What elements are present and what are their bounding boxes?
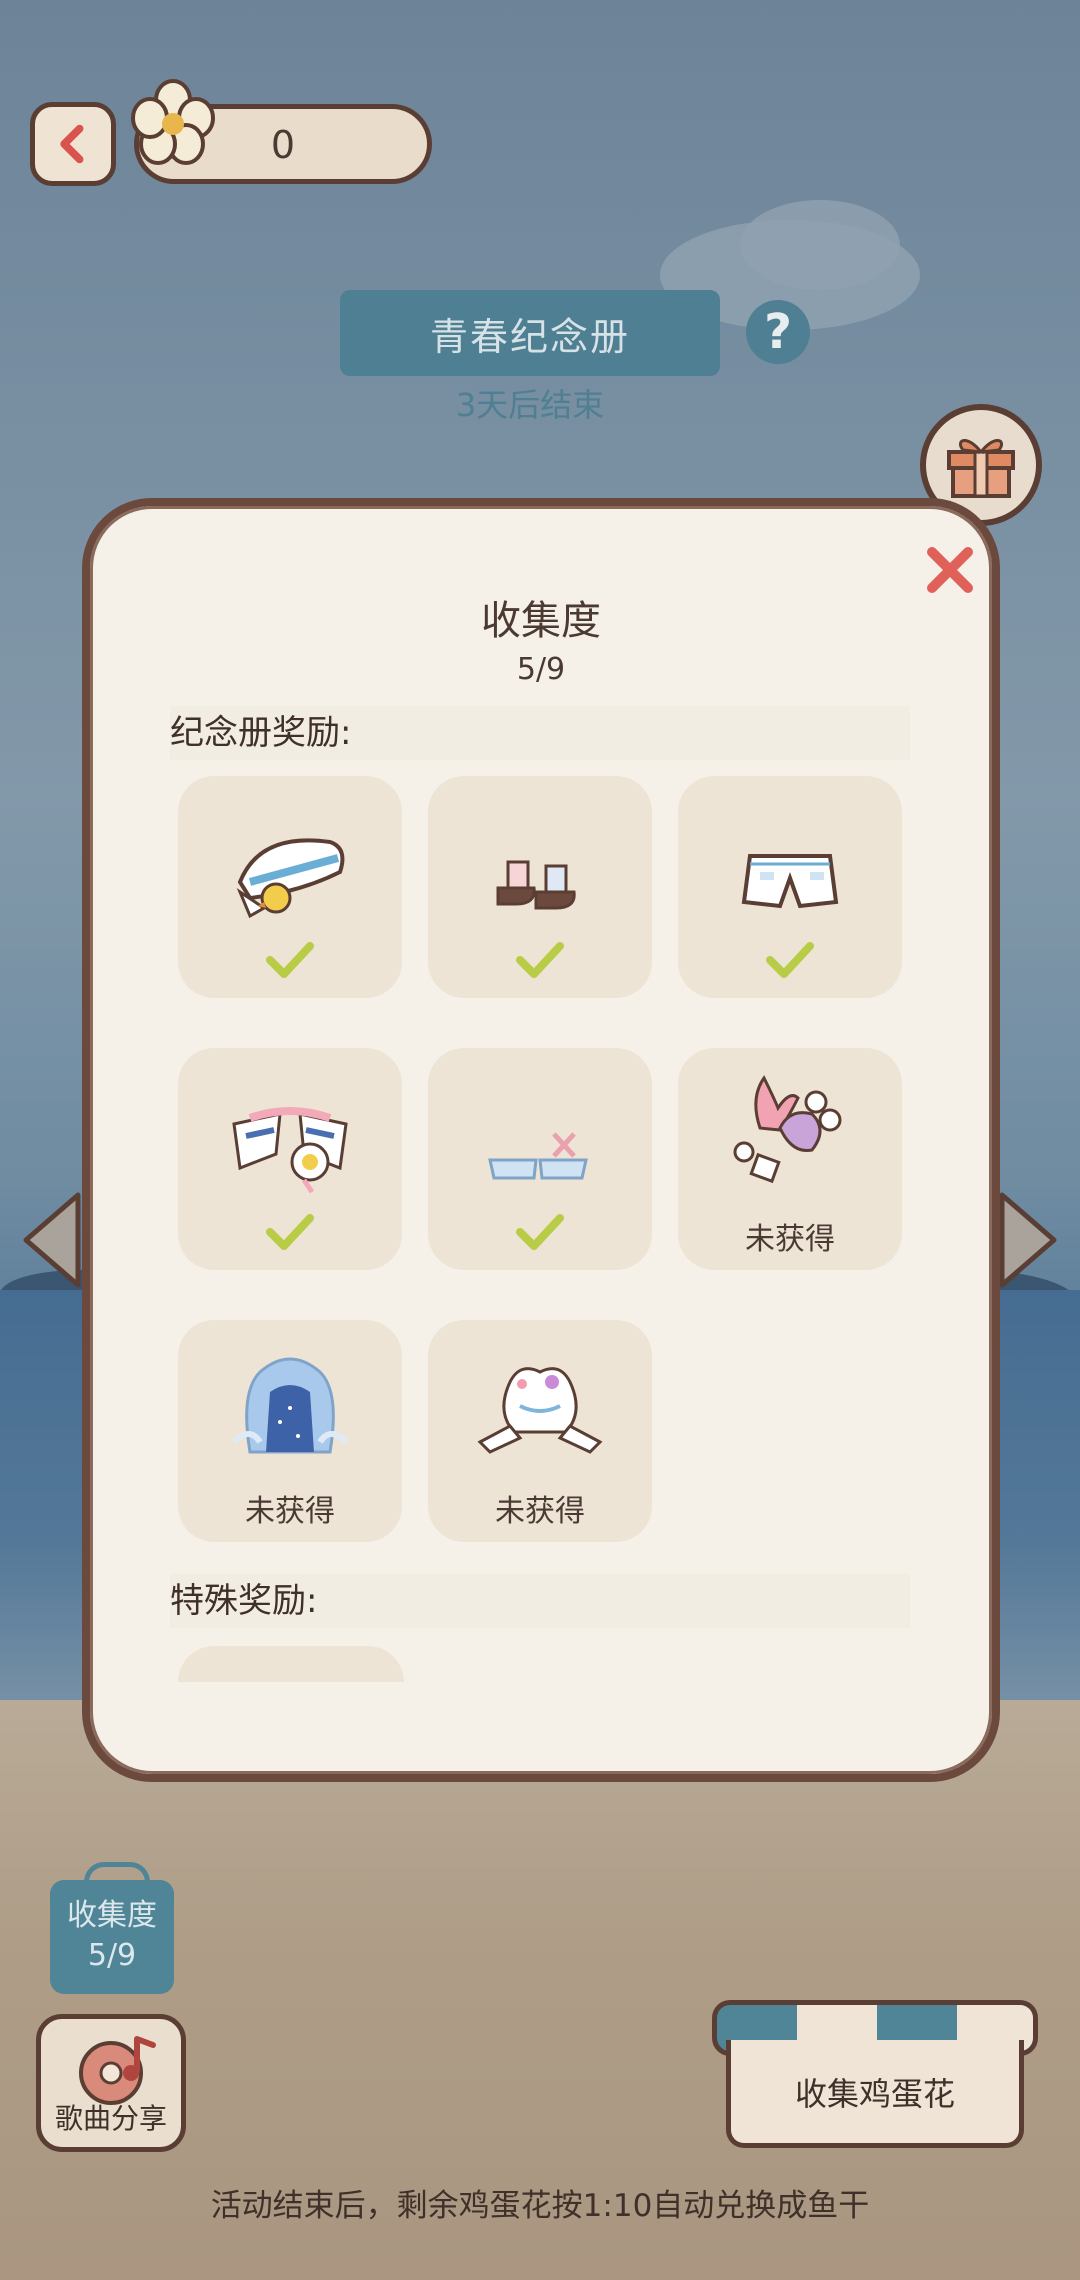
event-countdown: 3天后结束 — [455, 386, 605, 424]
reward-card-blue-hair[interactable]: 未获得 — [178, 1320, 402, 1542]
collection-count: 5/9 — [87, 1938, 137, 1973]
sailor-hat-icon — [236, 838, 345, 919]
sailor-collar-icon — [232, 1107, 348, 1194]
check-icon — [266, 1214, 314, 1250]
blue-hair-icon — [231, 1357, 349, 1454]
previous-arrow-icon[interactable] — [18, 1190, 88, 1290]
collect-flower-shop-button[interactable]: 收集鸡蛋花 — [712, 2000, 1038, 2152]
cloud-seat-icon — [477, 1367, 603, 1454]
exchange-note: 活动结束后，剩余鸡蛋花按1:10自动兑换成鱼干 — [210, 2188, 870, 2224]
back-button[interactable] — [30, 102, 116, 186]
modal-progress: 5/9 — [516, 652, 566, 687]
special-reward-card[interactable] — [178, 1646, 404, 1682]
special-rewards-heading: 特殊奖励: — [170, 1574, 910, 1628]
event-title-banner: 青春纪念册 — [340, 290, 720, 376]
reward-card-coral-shell[interactable]: 未获得 — [678, 1048, 902, 1270]
socks-shoes-icon — [496, 860, 576, 910]
collection-progress-badge[interactable]: 收集度 5/9 — [50, 1862, 174, 1994]
album-rewards-label: 纪念册奖励: — [170, 713, 352, 753]
song-share-label: 歌曲分享 — [54, 2102, 167, 2135]
shop-label: 收集鸡蛋花 — [726, 2040, 1024, 2148]
reward-card-socks-shoes[interactable] — [428, 776, 652, 998]
special-rewards-label: 特殊奖励: — [170, 1581, 318, 1621]
status-not-obtained: 未获得 — [495, 1494, 585, 1529]
frangipani-flower-icon — [131, 79, 215, 165]
status-not-obtained: 未获得 — [245, 1494, 335, 1529]
modal-title: 收集度 — [481, 598, 601, 644]
collection-modal: 收集度 5/9 纪念册奖励: 未获得 未获得 未获得 特殊奖励: — [82, 498, 1000, 1782]
collection-label: 收集度 — [67, 1898, 157, 1933]
help-icon[interactable]: ? — [746, 300, 810, 364]
reward-card-cloud-seat[interactable]: 未获得 — [428, 1320, 652, 1542]
gift-box-icon — [947, 439, 1015, 498]
check-icon — [516, 1214, 564, 1250]
ribbon-bow-icon — [84, 1862, 150, 1891]
reward-card-white-shorts[interactable] — [678, 776, 902, 998]
blue-sandals-icon — [488, 1132, 588, 1180]
check-icon — [266, 942, 314, 978]
song-share-button[interactable]: 歌曲分享 — [36, 2014, 186, 2152]
reward-card-blue-sandals[interactable] — [428, 1048, 652, 1270]
reward-card-sailor-hat[interactable] — [178, 776, 402, 998]
album-rewards-heading: 纪念册奖励: — [170, 706, 910, 760]
chevron-left-icon — [60, 124, 84, 164]
reward-card-sailor-collar[interactable] — [178, 1048, 402, 1270]
white-shorts-icon — [741, 854, 839, 909]
coral-shell-icon — [733, 1075, 842, 1184]
next-arrow-icon[interactable] — [992, 1190, 1062, 1290]
event-title: 青春纪念册 — [429, 314, 630, 359]
check-icon — [516, 942, 564, 978]
status-not-obtained: 未获得 — [745, 1222, 835, 1257]
check-icon — [766, 942, 814, 978]
